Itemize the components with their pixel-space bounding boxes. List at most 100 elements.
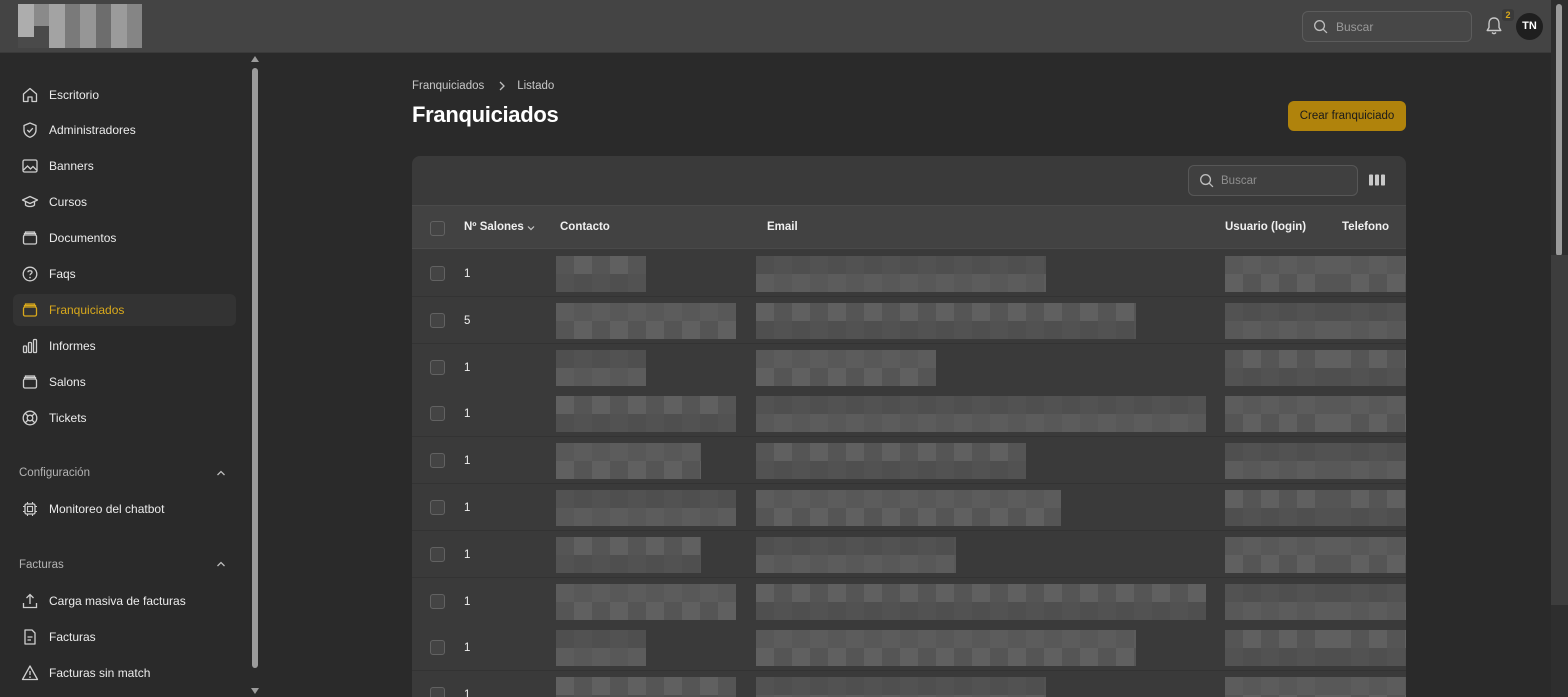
- table-search-input[interactable]: [1221, 166, 1351, 195]
- sidebar-item-facturas[interactable]: Facturas: [13, 621, 236, 653]
- redacted-pixel: [1243, 461, 1261, 480]
- redacted-pixel: [1225, 601, 1243, 620]
- redacted-pixel: [774, 396, 792, 415]
- sidebar-item-administradores[interactable]: Administradores: [13, 114, 236, 146]
- redacted-pixel: [1315, 601, 1333, 620]
- app-logo[interactable]: [18, 4, 142, 48]
- redacted-pixel: [556, 630, 574, 649]
- table-row[interactable]: 1: [412, 250, 1406, 297]
- global-search[interactable]: [1302, 11, 1472, 42]
- logo-pixel: [49, 15, 65, 26]
- table-row[interactable]: 1: [412, 530, 1406, 578]
- redacted-pixel: [1333, 414, 1351, 433]
- sort-chevron-down-icon[interactable]: [526, 223, 536, 233]
- table-row[interactable]: 1: [412, 390, 1406, 438]
- redacted-pixel: [1279, 414, 1297, 433]
- section-title-configuracion[interactable]: Configuración: [19, 467, 90, 479]
- redacted-pixel: [1008, 274, 1026, 292]
- sidebar-item-cursos[interactable]: Cursos: [13, 186, 236, 218]
- redacted-pixel: [646, 490, 664, 508]
- redacted-pixel: [556, 490, 574, 508]
- logo-pixel: [33, 15, 49, 26]
- sidebar-item-tickets[interactable]: Tickets: [13, 402, 236, 434]
- redacted-pixel: [900, 554, 918, 573]
- sidebar-item-banners[interactable]: Banners: [13, 150, 236, 182]
- redacted-pixel: [574, 490, 592, 508]
- redacted-pixel: [1044, 302, 1062, 321]
- redacted-pixel: [1297, 414, 1315, 433]
- columns-toggle-icon[interactable]: [1368, 172, 1386, 188]
- global-search-input[interactable]: [1336, 12, 1466, 41]
- column-header-email[interactable]: Email: [767, 221, 798, 233]
- sidebar-item-label: Facturas sin match: [49, 666, 151, 680]
- window-scrollbar-thumb[interactable]: [1556, 4, 1562, 256]
- column-header-salones[interactable]: Nº Salones: [464, 221, 524, 233]
- sidebar-item-escritorio[interactable]: Escritorio: [13, 79, 236, 111]
- row-checkbox[interactable]: [430, 687, 445, 697]
- sidebar-item-faqs[interactable]: Faqs: [13, 258, 236, 290]
- scroll-down-arrow-icon[interactable]: [251, 688, 259, 694]
- redacted-pixel: [1261, 490, 1279, 508]
- breadcrumb-parent[interactable]: Franquiciados: [412, 80, 484, 92]
- sidebar-item-franquiciados[interactable]: Franquiciados: [13, 294, 236, 326]
- table-row[interactable]: 5: [412, 296, 1406, 344]
- row-checkbox[interactable]: [430, 546, 445, 562]
- redacted-pixel: [900, 508, 918, 526]
- table-row[interactable]: 1: [412, 484, 1406, 531]
- redacted-pixel: [628, 396, 646, 415]
- sidebar-item-documentos[interactable]: Documentos: [13, 222, 236, 254]
- select-all-checkbox[interactable]: [430, 221, 445, 236]
- sidebar-item-informes[interactable]: Informes: [13, 330, 236, 362]
- table-row[interactable]: 1: [412, 437, 1406, 485]
- section-title-facturas[interactable]: Facturas: [19, 559, 64, 571]
- redacted-pixel: [1387, 349, 1405, 368]
- column-header-telefono[interactable]: Telefono: [1342, 221, 1389, 233]
- redacted-pixel: [882, 256, 900, 274]
- redacted-pixel: [700, 396, 718, 415]
- sidebar-scrollbar[interactable]: [249, 54, 262, 697]
- redacted-pixel: [1243, 554, 1261, 573]
- chevron-right-icon: [499, 81, 506, 91]
- sidebar-item-carga-masiva[interactable]: Carga masiva de facturas: [13, 585, 236, 617]
- row-checkbox[interactable]: [430, 266, 445, 281]
- window-scrollbar[interactable]: [1551, 0, 1568, 697]
- sidebar-scrollbar-thumb[interactable]: [252, 68, 258, 668]
- redacted-pixel: [574, 508, 592, 526]
- redacted-pixel: [1297, 508, 1315, 526]
- table-row[interactable]: 1: [412, 343, 1406, 391]
- column-header-usuario[interactable]: Usuario (login): [1225, 221, 1306, 233]
- redacted-pixel: [1333, 461, 1351, 480]
- redacted-pixel: [990, 461, 1008, 480]
- redacted-pixel: [774, 490, 792, 508]
- row-checkbox[interactable]: [430, 593, 445, 609]
- redacted-pixel: [1369, 536, 1387, 555]
- row-checkbox[interactable]: [430, 453, 445, 469]
- table-search[interactable]: [1188, 165, 1358, 196]
- scroll-up-arrow-icon[interactable]: [251, 56, 259, 62]
- row-checkbox[interactable]: [430, 640, 445, 656]
- sidebar-item-salons[interactable]: Salons: [13, 366, 236, 398]
- redacted-pixel: [1405, 508, 1406, 526]
- chevron-up-icon[interactable]: [215, 467, 227, 479]
- redacted-pixel: [574, 414, 592, 433]
- redacted-pixel: [1225, 349, 1243, 368]
- redacted-pixel: [1387, 302, 1405, 321]
- table-row[interactable]: 1: [412, 624, 1406, 672]
- sidebar-item-monitoreo-chatbot[interactable]: Monitoreo del chatbot: [13, 493, 236, 525]
- avatar[interactable]: TN: [1516, 13, 1543, 40]
- create-franquiciado-button[interactable]: Crear franquiciado: [1288, 101, 1406, 131]
- chevron-up-icon[interactable]: [215, 558, 227, 570]
- redacted-pixel: [610, 554, 628, 573]
- column-header-contacto[interactable]: Contacto: [560, 221, 610, 233]
- table-row[interactable]: 1: [412, 577, 1406, 625]
- redacted-pixel: [718, 601, 736, 620]
- redacted-pixel: [882, 414, 900, 433]
- bell-icon[interactable]: [1484, 15, 1504, 37]
- row-checkbox[interactable]: [430, 406, 445, 422]
- table-row[interactable]: 1: [412, 671, 1406, 697]
- redacted-pixel: [664, 461, 682, 480]
- row-checkbox[interactable]: [430, 359, 445, 375]
- sidebar-item-facturas-sin-match[interactable]: Facturas sin match: [13, 657, 236, 689]
- row-checkbox[interactable]: [430, 312, 445, 328]
- row-checkbox[interactable]: [430, 500, 445, 515]
